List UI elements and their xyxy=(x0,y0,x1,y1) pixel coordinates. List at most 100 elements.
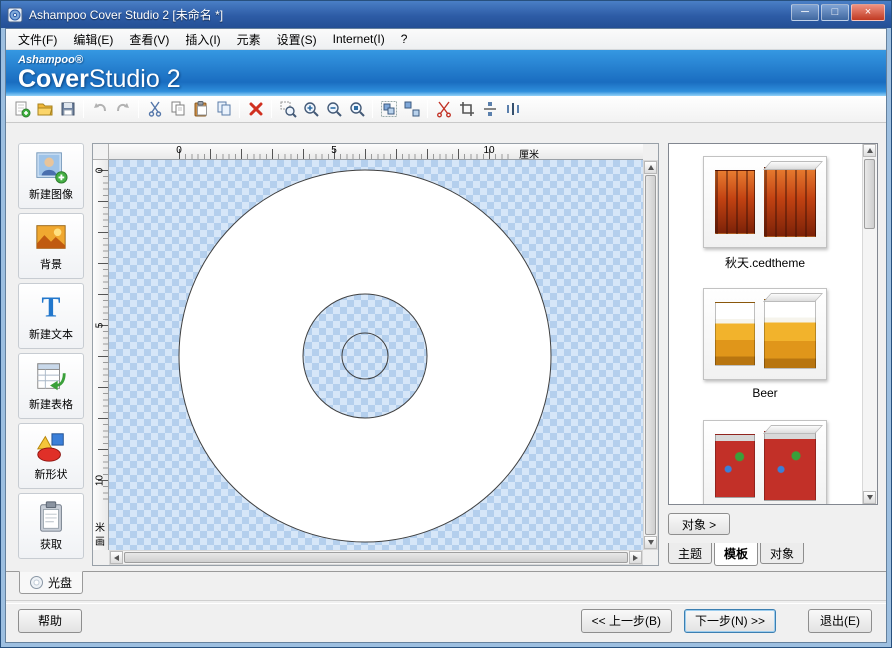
menu-settings[interactable]: 设置(S) xyxy=(269,29,325,50)
tab-theme[interactable]: 主题 xyxy=(668,543,712,564)
toolbar-separator xyxy=(271,100,272,118)
new-text-button[interactable]: T 新建文本 xyxy=(18,283,84,349)
background-icon xyxy=(34,220,68,254)
zoom-region-button[interactable] xyxy=(276,98,299,121)
scrollbar-thumb[interactable] xyxy=(645,175,656,535)
group-button[interactable] xyxy=(377,98,400,121)
menu-edit[interactable]: 编辑(E) xyxy=(65,29,121,50)
brand-banner: Ashampoo® CoverStudio 2 xyxy=(6,50,886,96)
menu-help[interactable]: ? xyxy=(393,30,416,48)
template-item-red[interactable] xyxy=(703,420,827,505)
zoom-out-button[interactable] xyxy=(322,98,345,121)
menu-file[interactable]: 文件(F) xyxy=(10,29,65,50)
close-button[interactable]: × xyxy=(851,4,885,21)
copy-button[interactable] xyxy=(166,98,189,121)
scroll-left-button[interactable] xyxy=(110,551,123,564)
ungroup-icon xyxy=(403,100,421,118)
template-thumbnail xyxy=(703,288,827,380)
acquire-label: 获取 xyxy=(40,536,62,552)
delete-button[interactable] xyxy=(244,98,267,121)
help-button[interactable]: 帮助 xyxy=(18,609,82,633)
scrollbar-thumb[interactable] xyxy=(124,552,628,563)
ruler-corner xyxy=(93,144,109,160)
zoom-fit-button[interactable] xyxy=(345,98,368,121)
cut-button[interactable] xyxy=(143,98,166,121)
acquire-button[interactable]: 获取 xyxy=(18,493,84,559)
ruler-h-label-5: 5 xyxy=(331,145,337,156)
distribute-vertical-button[interactable] xyxy=(478,98,501,121)
toolbar-separator xyxy=(138,100,139,118)
menu-insert[interactable]: 插入(I) xyxy=(177,29,228,50)
undo-button[interactable] xyxy=(88,98,111,121)
scrollbar-thumb[interactable] xyxy=(864,159,875,229)
template-name: Beer xyxy=(752,386,777,400)
ruler-h-label-10: 10 xyxy=(483,145,494,156)
new-text-label: 新建文本 xyxy=(29,326,73,342)
new-table-button[interactable]: 新建表格 xyxy=(18,353,84,419)
tab-disc[interactable]: 光盘 xyxy=(19,571,83,594)
ruler-ticks xyxy=(179,144,509,159)
save-button[interactable] xyxy=(56,98,79,121)
exit-button[interactable]: 退出(E) xyxy=(808,609,872,633)
scroll-right-button[interactable] xyxy=(629,551,642,564)
new-table-label: 新建表格 xyxy=(29,396,73,412)
arrow-up-icon xyxy=(867,148,873,153)
case-3d-preview xyxy=(764,167,816,237)
new-shape-button[interactable]: 新形状 xyxy=(18,423,84,489)
arrow-up-icon xyxy=(648,165,654,170)
scroll-up-button[interactable] xyxy=(644,161,657,174)
redo-button[interactable] xyxy=(111,98,134,121)
ruler-unit-label: 厘米 xyxy=(519,146,539,161)
clipboard-paste-icon xyxy=(192,100,210,118)
open-button[interactable] xyxy=(33,98,56,121)
zoom-in-icon xyxy=(302,100,320,118)
copy-icon xyxy=(169,100,187,118)
trim-button[interactable] xyxy=(432,98,455,121)
trim-scissors-icon xyxy=(435,100,453,118)
window-title: Ashampoo Cover Studio 2 [未命名 *] xyxy=(29,6,223,23)
new-button[interactable] xyxy=(10,98,33,121)
app-window: Ashampoo Cover Studio 2 [未命名 *] ─ □ × 文件… xyxy=(0,0,892,648)
maximize-button[interactable]: □ xyxy=(821,4,849,21)
menu-internet[interactable]: Internet(I) xyxy=(325,30,393,48)
previous-step-button[interactable]: << 上一步(B) xyxy=(581,609,672,633)
canvas-horizontal-scrollbar[interactable] xyxy=(109,550,643,565)
crop-button[interactable] xyxy=(455,98,478,121)
brand-product-light: Studio 2 xyxy=(89,65,181,93)
group-icon xyxy=(380,100,398,118)
duplicate-icon xyxy=(215,100,233,118)
duplicate-button[interactable] xyxy=(212,98,235,121)
disc-hole-circle[interactable] xyxy=(342,333,388,379)
save-icon xyxy=(59,100,77,118)
scroll-down-button[interactable] xyxy=(863,491,876,504)
template-list: 秋天.cedtheme Beer xyxy=(668,143,878,505)
scroll-down-button[interactable] xyxy=(644,536,657,549)
tab-template[interactable]: 模板 xyxy=(714,543,758,566)
template-list-scrollbar[interactable] xyxy=(862,144,877,504)
paste-button[interactable] xyxy=(189,98,212,121)
next-step-button[interactable]: 下一步(N) >> xyxy=(684,609,776,633)
ruler-v-label-0: 0 xyxy=(95,164,106,178)
scroll-up-button[interactable] xyxy=(863,144,876,157)
new-table-icon xyxy=(34,360,68,394)
objects-button[interactable]: 对象 > xyxy=(668,513,730,535)
background-button[interactable]: 背景 xyxy=(18,213,84,279)
minimize-button[interactable]: ─ xyxy=(791,4,819,21)
tab-object[interactable]: 对象 xyxy=(760,543,804,564)
vertical-ruler: 0 5 10 米 画 xyxy=(93,160,109,550)
template-item-autumn[interactable]: 秋天.cedtheme xyxy=(703,156,827,268)
ungroup-button[interactable] xyxy=(400,98,423,121)
menu-view[interactable]: 查看(V) xyxy=(121,29,177,50)
canvas-vertical-scrollbar[interactable] xyxy=(643,160,658,550)
menu-elements[interactable]: 元素 xyxy=(229,29,269,50)
arrow-down-icon xyxy=(648,540,654,545)
distribute-horizontal-button[interactable] xyxy=(501,98,524,121)
toolbar-separator xyxy=(83,100,84,118)
new-image-button[interactable]: 新建图像 xyxy=(18,143,84,209)
undo-icon xyxy=(91,100,109,118)
disc-design-canvas[interactable] xyxy=(109,160,643,550)
zoom-in-button[interactable] xyxy=(299,98,322,121)
template-item-beer[interactable]: Beer xyxy=(703,288,827,400)
scissors-icon xyxy=(146,100,164,118)
ruler-v-label-5: 5 xyxy=(95,319,106,333)
